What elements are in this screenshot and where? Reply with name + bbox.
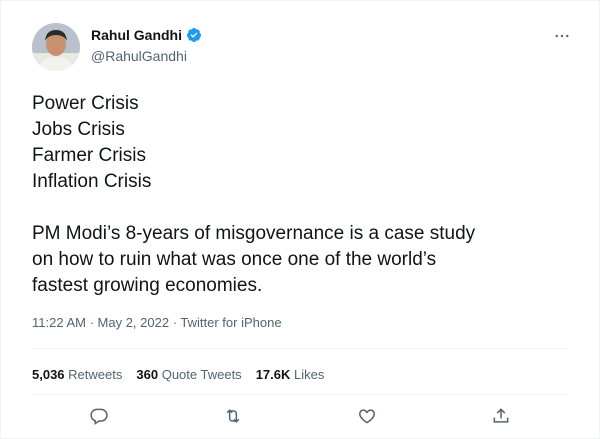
retweets-count: 5,036 <box>32 367 65 382</box>
tweet-time[interactable]: 11:22 AM <box>32 315 86 330</box>
user-handle[interactable]: @RahulGandhi <box>91 48 187 64</box>
likes-count: 17.6K <box>255 367 291 382</box>
tweet-date[interactable]: May 2, 2022 <box>98 315 170 330</box>
meta-separator: · <box>85 315 98 330</box>
tweet-paragraph-line: PM Modi’s 8-years of misgovernance is a … <box>32 223 476 244</box>
person-avatar-icon <box>32 23 80 71</box>
avatar[interactable] <box>32 23 80 71</box>
tweet-text: Power Crisis Jobs Crisis Farmer Crisis I… <box>32 91 572 299</box>
likes-stat[interactable]: 17.6K Likes <box>256 367 325 382</box>
tweet-paragraph-line: on how to ruin what was once one of the … <box>32 249 437 270</box>
name-row: Rahul Gandhi <box>91 27 202 43</box>
retweet-icon[interactable] <box>222 405 244 427</box>
like-icon[interactable] <box>356 405 378 427</box>
tweet-line: Jobs Crisis <box>32 119 125 140</box>
retweets-stat[interactable]: 5,036 Retweets <box>32 367 122 382</box>
tweet-stats: 5,036 Retweets 360 Quote Tweets 17.6K Li… <box>32 367 324 382</box>
more-options-icon[interactable] <box>553 27 571 45</box>
share-icon[interactable] <box>490 405 512 427</box>
quote-tweets-count: 360 <box>136 367 159 382</box>
divider <box>32 394 568 395</box>
tweet-line: Power Crisis <box>32 93 139 114</box>
likes-label: Likes <box>294 367 325 382</box>
reply-icon[interactable] <box>88 405 110 427</box>
quote-tweets-label: Quote Tweets <box>161 367 242 382</box>
verified-badge-icon <box>186 27 202 43</box>
tweet-meta: 11:22 AM · May 2, 2022 · Twitter for iPh… <box>32 315 282 330</box>
display-name[interactable]: Rahul Gandhi <box>91 27 182 43</box>
retweets-label: Retweets <box>68 367 123 382</box>
tweet-card: Rahul Gandhi @RahulGandhi Power Crisis J… <box>0 0 600 439</box>
tweet-actions <box>32 403 568 429</box>
tweet-paragraph-line: fastest growing economies. <box>32 275 263 296</box>
divider <box>32 348 568 349</box>
tweet-line: Farmer Crisis <box>32 145 146 166</box>
quote-tweets-stat[interactable]: 360 Quote Tweets <box>136 367 241 382</box>
meta-separator: · <box>169 315 181 330</box>
tweet-line: Inflation Crisis <box>32 171 152 192</box>
tweet-source[interactable]: Twitter for iPhone <box>180 315 281 330</box>
tweet-header: Rahul Gandhi @RahulGandhi <box>32 21 579 71</box>
